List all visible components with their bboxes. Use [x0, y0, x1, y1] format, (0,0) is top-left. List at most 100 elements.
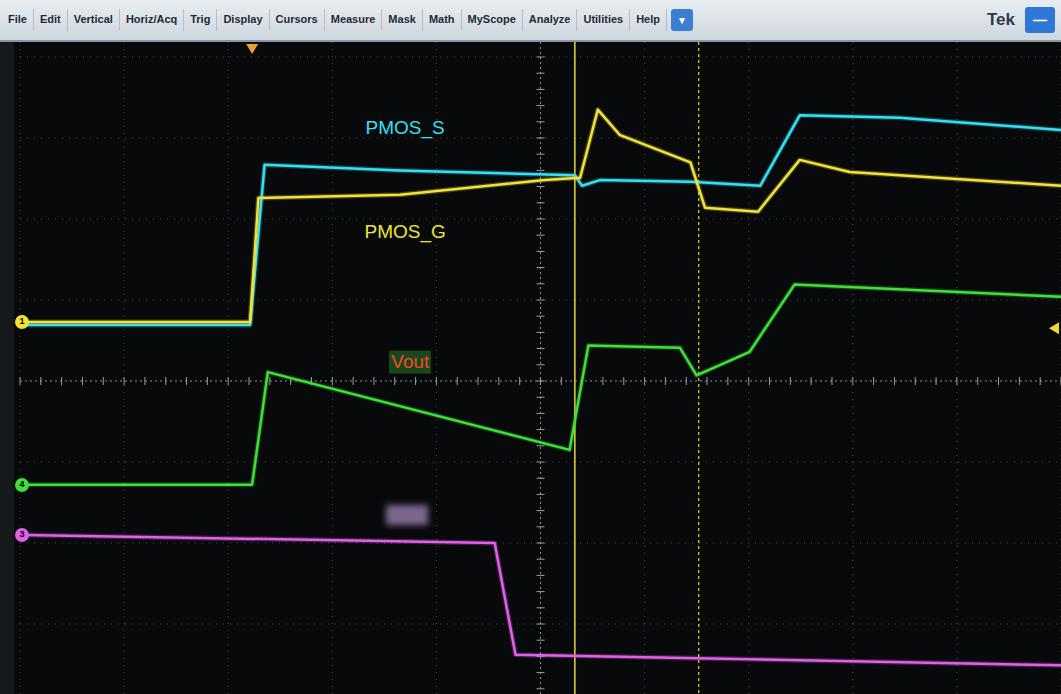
menu-item[interactable]: Math: [423, 9, 462, 30]
menu-item[interactable]: Vertical: [68, 9, 120, 30]
trace-glow: [25, 115, 1061, 325]
grid-tick: [537, 526, 545, 527]
grid-tick: [537, 494, 545, 495]
grid-tick: [373, 377, 374, 385]
trace-glow: [25, 285, 1061, 485]
grid-tick: [537, 121, 545, 122]
menu-item[interactable]: Utilities: [577, 9, 630, 30]
grid-tick: [623, 377, 624, 385]
channel-marker[interactable]: 1: [15, 315, 29, 329]
grid-tick: [727, 377, 728, 385]
menu-item[interactable]: MyScope: [462, 9, 523, 30]
grid-tick: [537, 624, 545, 625]
grid-tick: [707, 377, 708, 385]
grid-tick: [415, 377, 416, 385]
grid-tick: [537, 332, 545, 333]
grid-tick: [269, 377, 270, 385]
grid-line: [20, 381, 1061, 382]
bezel-strip: [0, 42, 14, 694]
grid-tick: [956, 377, 957, 385]
grid-line: [436, 42, 437, 694]
grid-tick: [1019, 377, 1020, 385]
menu-item[interactable]: Mask: [382, 9, 423, 30]
grid-tick: [537, 462, 545, 463]
menu-item[interactable]: Display: [217, 9, 269, 30]
grid-tick: [165, 377, 166, 385]
menu-item[interactable]: Horiz/Acq: [120, 9, 184, 30]
trace-label: Vout: [389, 351, 431, 374]
grid-tick: [537, 429, 545, 430]
grid-tick: [748, 377, 749, 385]
grid-tick: [40, 377, 41, 385]
redacted-label: [386, 505, 428, 525]
grid-tick: [498, 377, 499, 385]
channel-marker[interactable]: 4: [15, 478, 29, 492]
menu-item[interactable]: File: [2, 9, 34, 30]
grid-tick: [537, 688, 545, 689]
grid-line: [228, 42, 229, 694]
brand-logo: Tek: [977, 7, 1025, 33]
grid-tick: [790, 377, 791, 385]
menu-item[interactable]: Edit: [34, 9, 68, 30]
menu-item[interactable]: Trig: [184, 9, 217, 30]
cursor-line[interactable]: [574, 42, 576, 694]
menu-item[interactable]: Cursors: [270, 9, 325, 30]
grid-tick: [332, 377, 333, 385]
cursor-line[interactable]: [698, 42, 699, 694]
grid-tick: [61, 377, 62, 385]
grid-line: [956, 42, 957, 694]
grid-tick: [457, 377, 458, 385]
channel-marker[interactable]: 3: [15, 528, 29, 542]
grid-tick: [1040, 377, 1041, 385]
grid-line: [852, 42, 853, 694]
minimize-button[interactable]: —: [1025, 7, 1055, 33]
grid-tick: [644, 377, 645, 385]
grid-tick: [537, 138, 545, 139]
grid-tick: [537, 89, 545, 90]
waveform-trace: [25, 285, 1061, 485]
grid-tick: [186, 377, 187, 385]
menu-item[interactable]: Analyze: [523, 9, 578, 30]
graticule: [0, 42, 1061, 694]
grid-line: [748, 42, 749, 694]
grid-tick: [537, 575, 545, 576]
grid-tick: [20, 377, 21, 385]
grid-tick: [103, 377, 104, 385]
trace-label: PMOS_G: [363, 221, 448, 244]
grid-tick: [537, 640, 545, 641]
grid-tick: [537, 397, 545, 398]
grid-line: [20, 57, 1061, 58]
menu-item[interactable]: Measure: [325, 9, 383, 30]
grid-tick: [537, 300, 545, 301]
menu-dropdown-button[interactable]: ▼: [671, 9, 693, 31]
menu-item[interactable]: Help: [630, 9, 667, 30]
grid-tick: [537, 559, 545, 560]
grid-tick: [537, 510, 545, 511]
grid-tick: [915, 377, 916, 385]
menu-bar: FileEditVerticalHoriz/AcqTrigDisplayCurs…: [0, 0, 1061, 42]
grid-tick: [602, 377, 603, 385]
grid-tick: [537, 543, 545, 544]
grid-line: [20, 624, 1061, 625]
waveform-trace: [25, 115, 1061, 325]
grid-tick: [207, 377, 208, 385]
grid-tick: [537, 348, 545, 349]
grid-tick: [977, 377, 978, 385]
grid-tick: [537, 267, 545, 268]
grid-line: [20, 219, 1061, 220]
grid-tick: [228, 377, 229, 385]
grid-line: [20, 462, 1061, 463]
grid-tick: [831, 377, 832, 385]
grid-tick: [537, 57, 545, 58]
grid-tick: [998, 377, 999, 385]
grid-line: [332, 42, 333, 694]
grid-tick: [537, 316, 545, 317]
trigger-level-marker: [1049, 322, 1059, 334]
grid-line: [20, 42, 21, 694]
grid-tick: [537, 672, 545, 673]
trigger-position-marker: [246, 44, 258, 54]
grid-tick: [894, 377, 895, 385]
grid-tick: [873, 377, 874, 385]
trace-glow: [25, 535, 1061, 665]
grid-tick: [537, 105, 545, 106]
